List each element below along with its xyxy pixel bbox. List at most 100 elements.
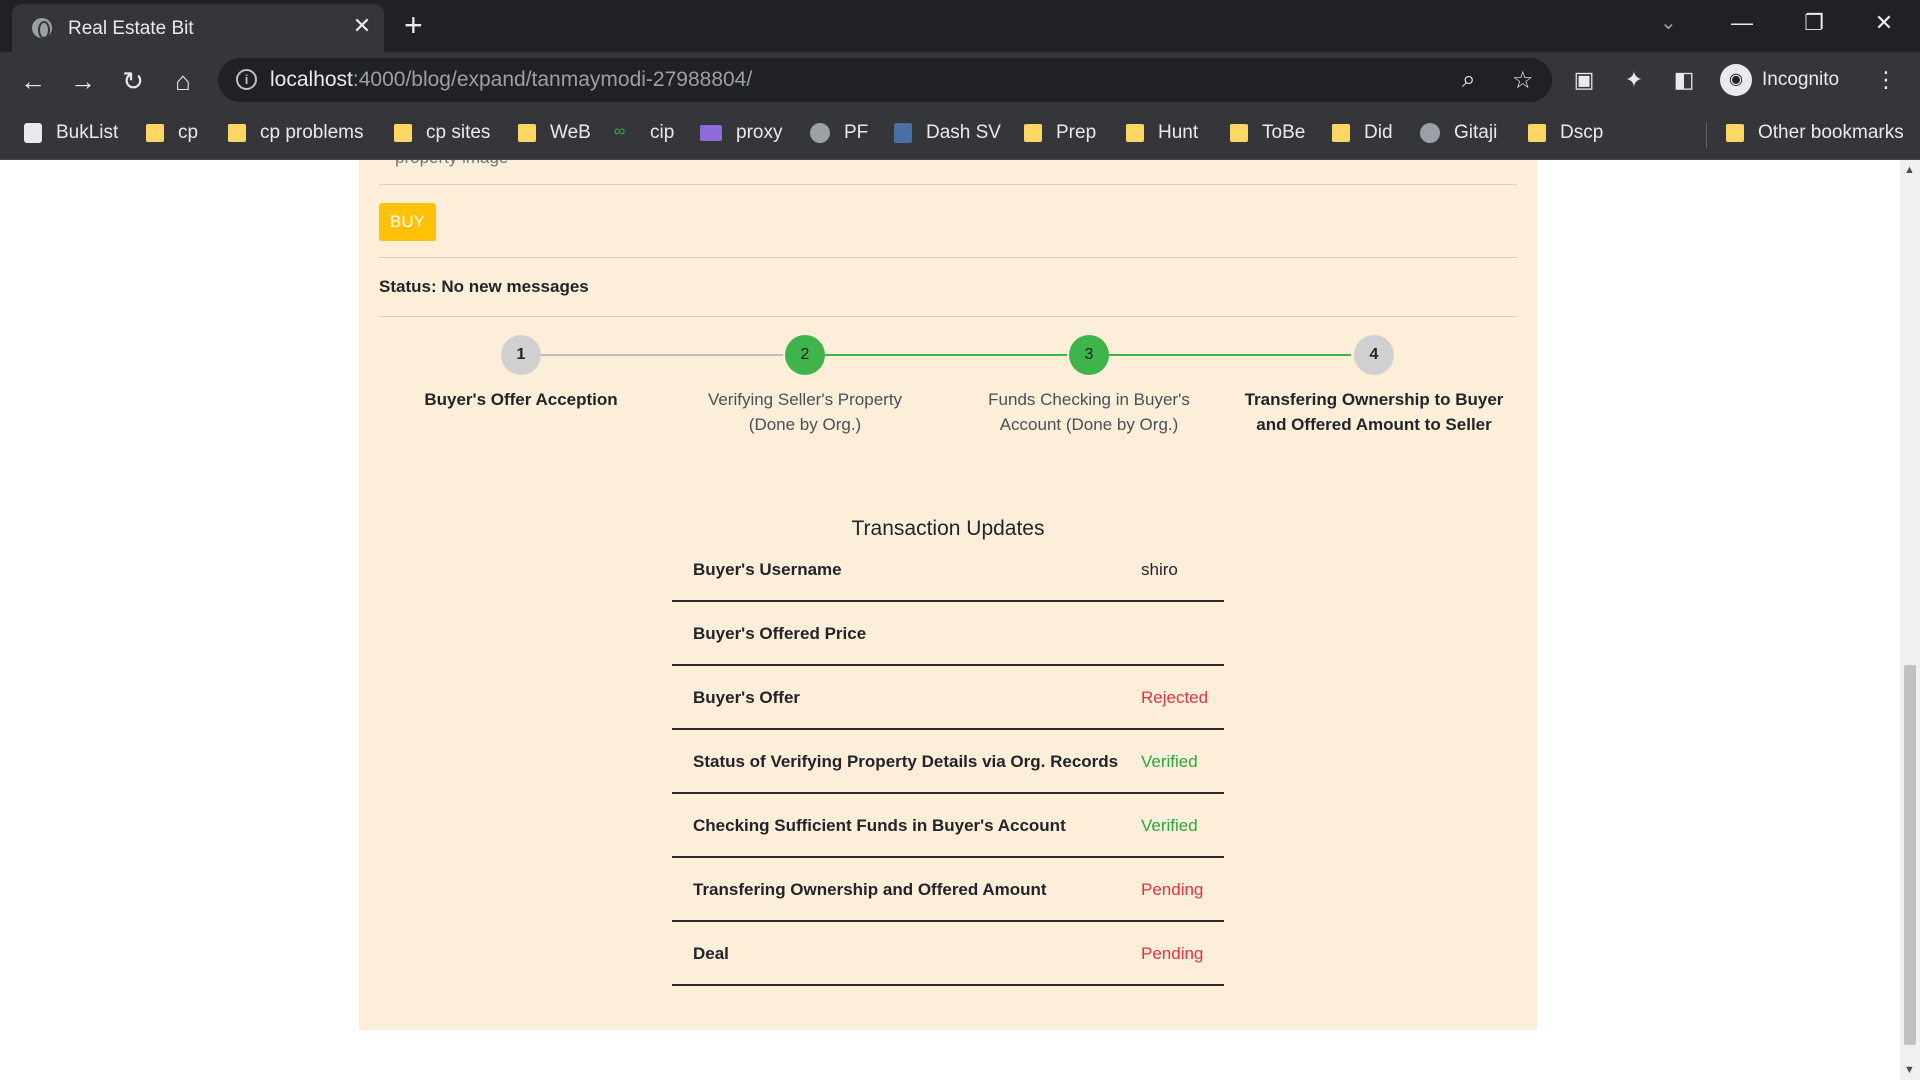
back-arrow-icon[interactable]: ← [16, 64, 50, 98]
bookmarks-separator [1706, 122, 1707, 148]
bookmark-label: Hunt [1158, 122, 1199, 143]
folder-icon [518, 124, 536, 142]
proxy-icon [700, 125, 722, 141]
globe-icon [1420, 123, 1440, 143]
table-row: Checking Sufficient Funds in Buyer's Acc… [672, 794, 1224, 858]
row-label: Checking Sufficient Funds in Buyer's Acc… [693, 816, 1066, 835]
step-label: Verifying Seller's Property (Done by Org… [707, 390, 903, 434]
profile-label: Incognito [1762, 69, 1840, 90]
bookmark-label: Gitaji [1454, 122, 1498, 143]
table-row: Buyer's Offer Rejected [672, 666, 1224, 730]
bookmark-tobe[interactable]: ToBe [1230, 118, 1305, 148]
bookmark-cp-sites[interactable]: cp sites [394, 118, 490, 148]
profile-button[interactable]: ◉ Incognito [1716, 60, 1858, 100]
bookmark-label: PF [844, 122, 869, 143]
scroll-thumb[interactable] [1904, 665, 1916, 1045]
folder-icon [1528, 124, 1546, 142]
step-label: Transfering Ownership to Buyer and Offer… [1244, 390, 1504, 434]
restore-button[interactable]: ❐ [1792, 8, 1836, 38]
progress-stepper: 1 Buyer's Offer Acception 2 Verifying Se… [379, 335, 1517, 455]
step-number: 3 [1069, 335, 1109, 375]
minimize-button[interactable]: — [1720, 8, 1764, 38]
row-label: Buyer's Offer [693, 688, 801, 707]
step-number: 1 [501, 335, 541, 375]
bookmarks-bar: BukList cp cp problems cp sites WeB ∞ cip… [0, 108, 1920, 160]
scroll-up-arrow-icon[interactable]: ▲ [1904, 164, 1915, 176]
globe-icon [32, 18, 52, 39]
tab-strip: Real Estate Bit ✕ + ⌄ — ❐ ✕ [0, 0, 1920, 52]
new-tab-button[interactable]: + [404, 9, 423, 41]
url-host: localhost [270, 68, 353, 91]
tab-search-icon[interactable]: ⌄ [1660, 10, 1677, 35]
property-image-alt: property image [395, 160, 508, 168]
page-scrollbar[interactable]: ▲ ▼ [1900, 160, 1920, 1080]
row-value: shiro [1141, 560, 1178, 579]
bookmark-buklist[interactable]: BukList [24, 118, 118, 148]
row-value: Verified [1141, 752, 1198, 771]
divider [379, 184, 1517, 185]
zoom-icon[interactable]: ⌕ [1462, 66, 1475, 94]
bookmark-cip[interactable]: ∞ cip [614, 118, 674, 148]
site-info-icon[interactable]: i [236, 69, 257, 90]
row-label: Deal [693, 944, 729, 963]
bookmark-label: Dscp [1560, 122, 1604, 143]
browser-toolbar: ← → ↻ ⌂ i localhost:4000/blog/expand/tan… [0, 52, 1920, 108]
bookmark-pf[interactable]: PF [810, 118, 868, 148]
folder-icon [1230, 124, 1248, 142]
bookmark-proxy[interactable]: proxy [700, 118, 782, 148]
extension-icon[interactable]: ▣ [1570, 66, 1598, 94]
step-number: 2 [785, 335, 825, 375]
bookmark-label: Did [1364, 122, 1393, 143]
bookmark-web[interactable]: WeB [518, 118, 591, 148]
bookmark-hunt[interactable]: Hunt [1126, 118, 1198, 148]
folder-icon [1024, 124, 1042, 142]
home-icon[interactable]: ⌂ [166, 64, 200, 98]
incognito-icon: ◉ [1720, 64, 1752, 96]
status-message: Status: No new messages [379, 277, 589, 296]
bookmark-prep[interactable]: Prep [1024, 118, 1096, 148]
bookmark-dash-sv[interactable]: Dash SV [894, 118, 1001, 148]
close-tab-icon[interactable]: ✕ [350, 14, 374, 38]
forward-arrow-icon[interactable]: → [66, 64, 100, 98]
bookmark-cp[interactable]: cp [146, 118, 198, 148]
url-path: :4000/blog/expand/tanmaymodi-27988804/ [352, 68, 753, 91]
step-3: 3 Funds Checking in Buyer's Account (Don… [947, 335, 1231, 437]
bookmark-label: proxy [736, 122, 783, 143]
bookmark-did[interactable]: Did [1332, 118, 1393, 148]
bookmark-label: WeB [550, 122, 591, 143]
puzzle-icon[interactable]: ✦ [1620, 66, 1648, 94]
row-value: Pending [1141, 880, 1204, 899]
close-window-button[interactable]: ✕ [1862, 8, 1906, 38]
step-1: 1 Buyer's Offer Acception [379, 335, 663, 412]
reload-icon[interactable]: ↻ [116, 64, 150, 98]
bookmark-label: Prep [1056, 122, 1097, 143]
globe-icon [810, 123, 830, 143]
bookmark-star-icon[interactable]: ☆ [1512, 66, 1534, 95]
menu-icon[interactable]: ⋮ [1872, 66, 1900, 94]
other-bookmarks[interactable]: Other bookmarks [1726, 118, 1904, 148]
bookmark-gitaji[interactable]: Gitaji [1420, 118, 1497, 148]
bookmark-label: cp [178, 122, 199, 143]
table-row: Buyer's Offered Price [672, 602, 1224, 666]
property-card: property image BUY Status: No new messag… [359, 160, 1537, 1030]
row-value: Verified [1141, 816, 1198, 835]
browser-tab[interactable]: Real Estate Bit ✕ [12, 4, 384, 52]
row-value: Pending [1141, 944, 1204, 963]
bookmark-cp-problems[interactable]: cp problems [228, 118, 364, 148]
transaction-table: Buyer's Username shiro Buyer's Offered P… [672, 538, 1224, 986]
scroll-down-arrow-icon[interactable]: ▼ [1904, 1064, 1915, 1076]
address-bar[interactable]: i localhost:4000/blog/expand/tanmaymodi-… [218, 58, 1552, 102]
divider [379, 257, 1517, 258]
folder-icon [1726, 124, 1744, 142]
bookmark-label: cp sites [426, 122, 491, 143]
bookmark-dscp[interactable]: Dscp [1528, 118, 1603, 148]
bookmark-label: cp problems [260, 122, 364, 143]
page-viewport: property image BUY Status: No new messag… [0, 160, 1900, 1080]
url-text[interactable]: localhost:4000/blog/expand/tanmaymodi-27… [270, 68, 752, 92]
folder-icon [228, 124, 246, 142]
row-value: Rejected [1141, 688, 1209, 707]
side-panel-icon[interactable]: ◧ [1670, 66, 1698, 94]
table-row: Status of Verifying Property Details via… [672, 730, 1224, 794]
step-label: Funds Checking in Buyer's Account (Done … [988, 390, 1190, 434]
buy-button[interactable]: BUY [379, 203, 436, 241]
